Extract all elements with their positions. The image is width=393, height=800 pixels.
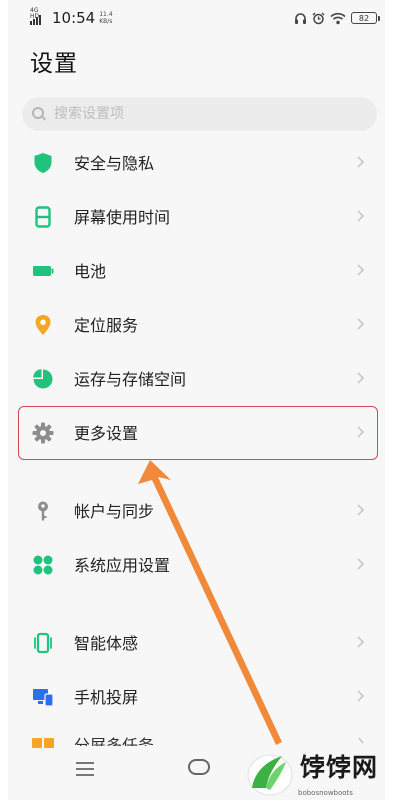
chevron-right-icon (357, 318, 365, 330)
menu-item-label: 智能体感 (74, 634, 139, 653)
cellular-signal-icon: 4G HD (30, 8, 48, 25)
key-icon (38, 501, 48, 521)
chevron-right-icon (357, 558, 365, 570)
network-speed: 11.4 KB/s (99, 11, 112, 25)
search-bar[interactable] (22, 97, 377, 131)
screen-cast-icon (33, 689, 54, 707)
chevron-right-icon (357, 372, 365, 384)
chevron-right-icon (357, 210, 365, 222)
status-bar: 4G HD 10:54 11.4 KB/s 82 (8, 0, 385, 36)
chevron-right-icon (357, 264, 365, 276)
battery-icon (33, 266, 54, 276)
menu-item-label: 帐户与同步 (74, 502, 155, 521)
watermark-url: bobosnowboots (298, 789, 353, 797)
home-button-icon[interactable] (188, 759, 210, 775)
highlight-box (18, 406, 378, 460)
watermark-logo-icon (247, 754, 293, 796)
settings-screen: 4G HD 10:54 11.4 KB/s 82 设置 安全与隐私 屏幕使用时间 (8, 0, 385, 800)
wifi-icon (330, 12, 346, 24)
watermark-text: 饽饽网 (300, 753, 379, 782)
chevron-right-icon (357, 636, 365, 648)
recent-apps-icon[interactable] (76, 762, 94, 776)
chevron-right-icon (357, 504, 365, 516)
search-input[interactable] (52, 105, 336, 123)
menu-item-smart-motion[interactable]: 智能体感 (8, 615, 385, 669)
clock-time: 10:54 (52, 9, 96, 27)
menu-item-battery[interactable]: 电池 (8, 243, 385, 297)
watermark: 饽饽网 bobosnowboots (242, 744, 393, 800)
menu-item-location[interactable]: 定位服务 (8, 297, 385, 351)
menu-item-screen-cast[interactable]: 手机投屏 (8, 669, 385, 723)
menu-item-system-apps[interactable]: 系统应用设置 (8, 537, 385, 591)
menu-item-screen-time[interactable]: 屏幕使用时间 (8, 189, 385, 243)
menu-item-label: 运存与存储空间 (74, 370, 187, 389)
location-pin-icon (35, 315, 51, 335)
search-icon (32, 107, 46, 121)
hourglass-icon (35, 206, 51, 228)
menu-item-label: 手机投屏 (74, 688, 139, 707)
network-speed-value: 11.4 (99, 11, 113, 18)
page-title: 设置 (30, 51, 78, 77)
headphones-icon (295, 12, 306, 24)
menu-item-accounts-sync[interactable]: 帐户与同步 (8, 483, 385, 537)
network-speed-unit: KB/s (99, 18, 113, 25)
app-grid-icon (33, 555, 53, 575)
battery-level: 82 (358, 13, 370, 23)
alarm-clock-icon (312, 12, 325, 24)
menu-item-storage[interactable]: 运存与存储空间 (8, 351, 385, 405)
battery-status-icon: 82 (351, 12, 380, 24)
shield-icon (34, 153, 52, 173)
chevron-right-icon (357, 156, 365, 168)
menu-item-security-privacy[interactable]: 安全与隐私 (8, 135, 385, 189)
status-left: 4G HD 10:54 11.4 KB/s (30, 8, 113, 27)
phone-motion-icon (34, 632, 52, 654)
menu-item-label: 电池 (74, 262, 107, 281)
status-right: 82 (294, 10, 380, 26)
menu-item-label: 屏幕使用时间 (74, 208, 171, 227)
chevron-right-icon (357, 690, 365, 702)
pie-chart-icon (33, 369, 53, 389)
menu-item-label: 安全与隐私 (74, 154, 155, 173)
menu-item-label: 系统应用设置 (74, 556, 171, 575)
menu-item-label: 定位服务 (74, 316, 139, 335)
